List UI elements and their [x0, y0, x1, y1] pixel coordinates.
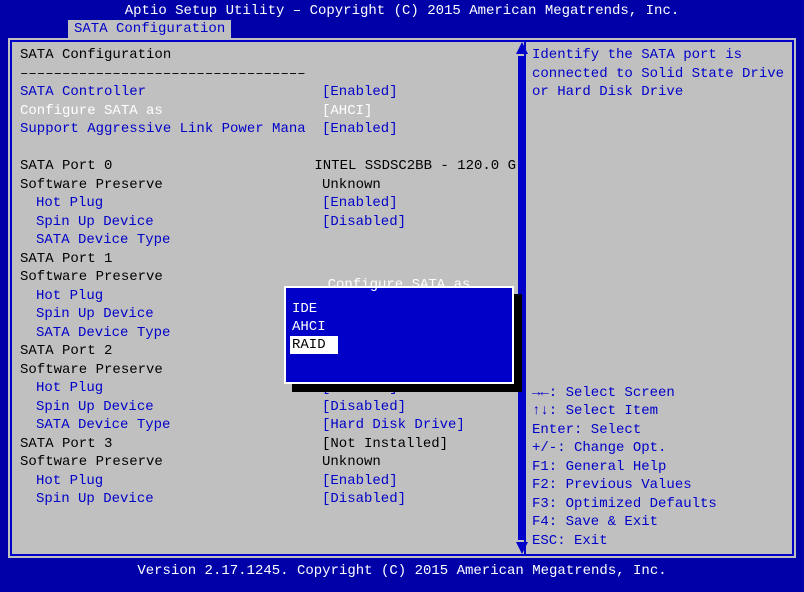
help-text: connected to Solid State Drive [532, 65, 786, 84]
key-enter: Enter: Select [532, 421, 786, 440]
key-select-screen: →←: Select Screen [532, 384, 786, 403]
row-port2-spinup[interactable]: Spin Up Device [Disabled] [20, 398, 516, 417]
key-help: F1: General Help [532, 458, 786, 477]
label: Spin Up Device [20, 490, 322, 509]
row-port3: SATA Port 3 [Not Installed] [20, 435, 516, 454]
label: SATA Port 2 [20, 342, 322, 361]
row-port0: SATA Port 0 INTEL SSDSC2BB - 120.0 G [20, 157, 516, 176]
label: Spin Up Device [20, 398, 322, 417]
value: [Enabled] [322, 194, 398, 213]
value: [Not Installed] [322, 435, 448, 454]
label: Software Preserve [20, 268, 322, 287]
section-heading: SATA Configuration [20, 46, 322, 65]
label: Support Aggressive Link Power Mana [20, 120, 322, 139]
value: [Enabled] [322, 472, 398, 491]
key-select-item: ↑↓: Select Item [532, 402, 786, 421]
row-port1: SATA Port 1 [20, 250, 516, 269]
scroll-down-icon[interactable] [516, 542, 528, 554]
popup-configure-sata-as: Configure SATA as IDE AHCI RAID [284, 286, 514, 384]
key-esc: ESC: Exit [532, 532, 786, 551]
row-port3-hotplug[interactable]: Hot Plug [Enabled] [20, 472, 516, 491]
label: SATA Device Type [20, 231, 322, 250]
label: Spin Up Device [20, 305, 322, 324]
label: SATA Port 1 [20, 250, 322, 269]
value: [Hard Disk Drive] [322, 416, 465, 435]
value: [Enabled] [322, 120, 398, 139]
key-opt-defaults: F3: Optimized Defaults [532, 495, 786, 514]
main-frame: SATA Configuration –––––––––––––––––––––… [8, 38, 796, 558]
row-port2-devtype[interactable]: SATA Device Type [Hard Disk Drive] [20, 416, 516, 435]
blank-row [20, 139, 516, 158]
title-bar: Aptio Setup Utility – Copyright (C) 2015… [0, 0, 804, 20]
row-sata-controller[interactable]: SATA Controller [Enabled] [20, 83, 516, 102]
popup-option-ahci[interactable]: AHCI [290, 318, 508, 336]
label: Software Preserve [20, 176, 322, 195]
label: SATA Device Type [20, 324, 322, 343]
row-port3-software-preserve: Software Preserve Unknown [20, 453, 516, 472]
value: INTEL SSDSC2BB - 120.0 G [314, 157, 516, 176]
label: Software Preserve [20, 361, 322, 380]
tab-sata-config[interactable]: SATA Configuration [68, 20, 231, 38]
key-change-opt: +/-: Change Opt. [532, 439, 786, 458]
help-pane: Identify the SATA port is connected to S… [526, 40, 794, 556]
label: SATA Device Type [20, 416, 322, 435]
value: [Enabled] [322, 83, 398, 102]
label: Spin Up Device [20, 213, 322, 232]
popup-option-raid[interactable]: RAID [290, 336, 338, 354]
popup-title: Configure SATA as [290, 276, 508, 295]
row-port0-hotplug[interactable]: Hot Plug [Enabled] [20, 194, 516, 213]
label: SATA Port 3 [20, 435, 322, 454]
popup-option-ide[interactable]: IDE [290, 300, 508, 318]
value: [Disabled] [322, 213, 406, 232]
value: Unknown [322, 453, 381, 472]
key-help: →←: Select Screen ↑↓: Select Item Enter:… [532, 384, 786, 551]
label: Hot Plug [20, 194, 322, 213]
value: [AHCI] [322, 102, 372, 121]
help-text: Identify the SATA port is [532, 46, 786, 65]
row-aggressive-lpm[interactable]: Support Aggressive Link Power Mana [Enab… [20, 120, 516, 139]
label: Hot Plug [20, 287, 322, 306]
scroll-up-icon[interactable] [516, 42, 528, 54]
value: [Disabled] [322, 490, 406, 509]
key-save-exit: F4: Save & Exit [532, 513, 786, 532]
row-port0-devtype[interactable]: SATA Device Type [20, 231, 516, 250]
label: Software Preserve [20, 453, 322, 472]
row-port0-software-preserve: Software Preserve Unknown [20, 176, 516, 195]
help-text: or Hard Disk Drive [532, 83, 786, 102]
tab-row: SATA Configuration [0, 20, 804, 38]
row-port0-spinup[interactable]: Spin Up Device [Disabled] [20, 213, 516, 232]
label: Hot Plug [20, 472, 322, 491]
row-configure-sata-as[interactable]: Configure SATA as [AHCI] [20, 102, 516, 121]
key-prev-values: F2: Previous Values [532, 476, 786, 495]
label: SATA Port 0 [20, 157, 314, 176]
footer: Version 2.17.1245. Copyright (C) 2015 Am… [0, 558, 804, 578]
label: SATA Controller [20, 83, 322, 102]
label: Configure SATA as [20, 102, 322, 121]
value: [Disabled] [322, 398, 406, 417]
label: Hot Plug [20, 379, 322, 398]
row-port3-spinup[interactable]: Spin Up Device [Disabled] [20, 490, 516, 509]
divider: –––––––––––––––––––––––––––––––––– [20, 65, 306, 84]
value: Unknown [322, 176, 381, 195]
